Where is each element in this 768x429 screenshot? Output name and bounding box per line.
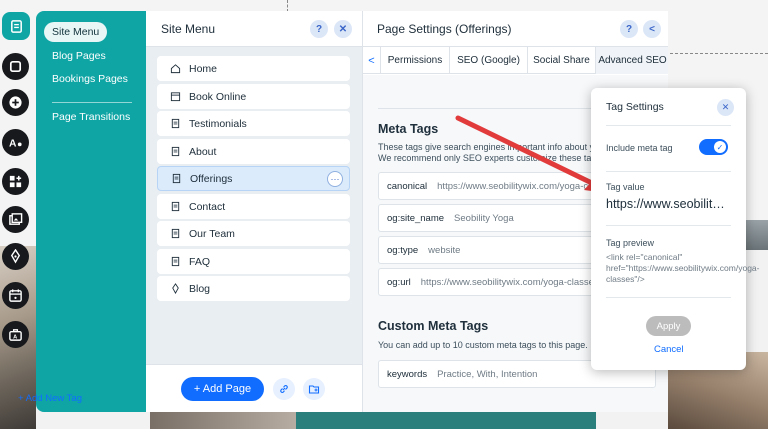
link-icon[interactable] <box>273 378 295 400</box>
more-actions-icon[interactable]: ··· <box>327 171 343 187</box>
meta-tag-value: Seobility Yoga <box>454 212 514 224</box>
page-list-icon[interactable] <box>2 12 30 40</box>
canvas-guide-line <box>670 53 768 54</box>
tag-value-input[interactable]: https://www.seobilitywix.com/yoga-classe… <box>606 197 731 211</box>
page-item-about[interactable]: About <box>157 139 350 164</box>
meta-tag-key: og:site_name <box>387 212 445 224</box>
custom-meta-tags-title: Custom Meta Tags <box>378 319 489 333</box>
calendar-page-icon <box>169 91 181 103</box>
page-label: Our Team <box>189 227 235 240</box>
page-item-book-online[interactable]: Book Online <box>157 84 350 109</box>
page-icon <box>170 173 182 185</box>
site-menu-panel: Site Menu ? ✕ Home Book Online Testimoni… <box>146 11 362 412</box>
meta-tag-value: website <box>428 244 461 256</box>
tag-preview-label: Tag preview <box>606 238 655 248</box>
close-icon[interactable]: ✕ <box>717 99 734 116</box>
text-style-icon[interactable]: A <box>2 129 29 156</box>
svg-text:A: A <box>9 138 17 149</box>
plus-icon[interactable] <box>2 89 29 116</box>
include-meta-tag-label: Include meta tag <box>606 143 673 153</box>
popup-divider <box>606 297 731 298</box>
editor-toolbar: A A <box>0 0 30 360</box>
page-label: Testimonials <box>189 117 247 130</box>
pen-nib-icon <box>169 283 181 295</box>
page-icon <box>169 228 181 240</box>
page-icon <box>169 118 181 130</box>
tab-social-share[interactable]: Social Share <box>528 47 596 74</box>
background-section <box>296 412 596 429</box>
check-icon: ✓ <box>714 141 726 153</box>
meta-tags-title: Meta Tags <box>378 122 439 136</box>
tab-seo-google[interactable]: SEO (Google) <box>450 47 528 74</box>
page-label: About <box>189 145 217 158</box>
page-item-home[interactable]: Home <box>157 56 350 81</box>
tag-value-label: Tag value <box>606 182 645 192</box>
tabs-scroll-left-icon[interactable]: < <box>363 47 381 74</box>
page-item-contact[interactable]: Contact <box>157 194 350 219</box>
site-menu-header: Site Menu ? ✕ <box>146 11 362 47</box>
add-new-tag-link[interactable]: + Add New Tag <box>18 393 82 404</box>
add-page-button[interactable]: + Add Page <box>181 377 264 401</box>
page-icon <box>169 146 181 158</box>
popup-divider <box>606 125 731 126</box>
meta-tag-key: og:type <box>387 244 419 256</box>
meta-tag-key: canonical <box>387 180 428 192</box>
page-label: Book Online <box>189 90 247 103</box>
help-icon[interactable]: ? <box>620 20 638 38</box>
page-label: Offerings <box>190 172 233 185</box>
pen-nib-icon[interactable] <box>2 243 29 270</box>
nav-bookings-pages[interactable]: Bookings Pages <box>44 69 136 89</box>
tag-settings-title: Tag Settings <box>606 101 664 113</box>
back-icon[interactable]: < <box>643 20 661 38</box>
include-meta-tag-toggle[interactable]: ✓ <box>699 139 728 155</box>
page-label: Contact <box>189 200 226 213</box>
apply-button[interactable]: Apply <box>646 316 691 336</box>
tag-preview-text: <link rel="canonical" href="https://www.… <box>606 252 760 284</box>
home-icon <box>169 63 181 75</box>
svg-text:A: A <box>13 335 17 341</box>
page-item-testimonials[interactable]: Testimonials <box>157 111 350 136</box>
page-settings-header: Page Settings (Offerings) ? < <box>363 11 668 47</box>
add-folder-icon[interactable] <box>303 378 325 400</box>
briefcase-icon[interactable]: A <box>2 321 29 348</box>
page-item-our-team[interactable]: Our Team <box>157 221 350 246</box>
page-item-blog[interactable]: Blog <box>157 276 350 301</box>
meta-tag-key: og:url <box>387 276 411 288</box>
media-icon[interactable] <box>2 206 29 233</box>
meta-tag-key: keywords <box>387 368 428 380</box>
page-label: Blog <box>189 282 211 295</box>
site-menu-nav: Site Menu Blog Pages Bookings Pages Page… <box>36 11 146 412</box>
nav-blog-pages[interactable]: Blog Pages <box>44 46 114 66</box>
popup-divider <box>606 171 731 172</box>
page-icon <box>169 256 181 268</box>
nav-divider <box>52 102 132 103</box>
background-photo <box>150 412 300 429</box>
calendar-icon[interactable] <box>2 282 29 309</box>
page-settings-title: Page Settings (Offerings) <box>377 21 512 36</box>
site-menu-footer: + Add Page <box>146 364 362 412</box>
tag-settings-popup: Tag Settings ✕ Include meta tag ✓ Tag va… <box>591 88 760 370</box>
page-icon <box>169 201 181 213</box>
tab-advanced-seo[interactable]: Advanced SEO <box>596 47 668 74</box>
help-icon[interactable]: ? <box>310 20 328 38</box>
close-icon[interactable]: ✕ <box>334 20 352 38</box>
nav-page-transitions[interactable]: Page Transitions <box>44 107 138 127</box>
page-label: FAQ <box>189 255 211 268</box>
site-menu-title: Site Menu <box>161 21 216 36</box>
nav-site-menu[interactable]: Site Menu <box>44 22 108 42</box>
page-label: Home <box>189 62 218 75</box>
meta-tag-value: https://www.seobilitywix.com/yoga-classe… <box>420 276 599 288</box>
meta-tag-value: Practice, With, Intention <box>437 368 538 380</box>
popup-divider <box>606 225 731 226</box>
cancel-button[interactable]: Cancel <box>654 344 684 355</box>
custom-meta-tags-description: You can add up to 10 custom meta tags to… <box>378 340 588 350</box>
page-item-faq[interactable]: FAQ <box>157 249 350 274</box>
tab-permissions[interactable]: Permissions <box>381 47 450 74</box>
page-item-offerings[interactable]: Offerings ··· <box>157 166 350 191</box>
settings-tabs: < Permissions SEO (Google) Social Share … <box>363 47 668 74</box>
square-icon[interactable] <box>2 53 29 80</box>
apps-icon[interactable] <box>2 168 29 195</box>
